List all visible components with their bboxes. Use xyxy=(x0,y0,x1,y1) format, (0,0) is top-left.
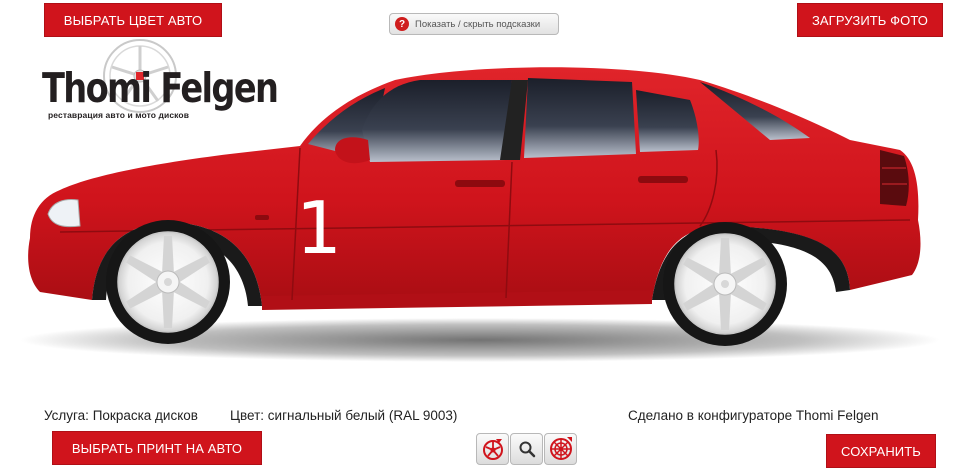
car-preview xyxy=(20,67,940,362)
rim-icon xyxy=(549,437,572,460)
choose-print-button[interactable]: ВЫБРАТЬ ПРИНТ НА АВТО xyxy=(52,431,262,465)
magnifier-icon xyxy=(519,441,535,458)
car-door-number: 1 xyxy=(296,186,342,270)
service-label: Услуга: xyxy=(44,408,89,423)
front-wheel xyxy=(106,220,230,344)
made-in-configurator: Сделано в конфигураторе Thomi Felgen xyxy=(628,408,879,423)
color-info: Цвет: сигнальный белый (RAL 9003) xyxy=(230,408,457,423)
service-info: Услуга: Покраска дисков xyxy=(44,408,198,423)
toggle-hints-button[interactable]: ? Показать / скрыть подсказки xyxy=(389,13,559,35)
service-value: Покраска дисков xyxy=(92,408,198,423)
car-taillight xyxy=(880,150,909,206)
toggle-hints-label: Показать / скрыть подсказки xyxy=(415,18,541,30)
choose-car-color-button[interactable]: ВЫБРАТЬ ЦВЕТ АВТО xyxy=(44,3,222,37)
wheel-options-button[interactable] xyxy=(476,433,509,465)
car-rear-handle xyxy=(638,176,688,183)
zoom-button[interactable] xyxy=(510,433,543,465)
wheel-icon xyxy=(482,439,503,460)
car-back-window xyxy=(524,78,636,158)
car-front-handle xyxy=(455,180,505,187)
upload-photo-button[interactable]: ЗАГРУЗИТЬ ФОТО xyxy=(797,3,943,37)
rear-wheel xyxy=(663,222,787,346)
color-value: сигнальный белый (RAL 9003) xyxy=(267,408,458,423)
configurator-stage: ВЫБРАТЬ ЦВЕТ АВТО ? Показать / скрыть по… xyxy=(0,0,960,471)
wheel-design-button[interactable] xyxy=(544,433,577,465)
save-button[interactable]: СОХРАНИТЬ xyxy=(826,434,936,468)
help-icon: ? xyxy=(395,17,409,31)
car-side-marker xyxy=(255,215,269,220)
color-label: Цвет: xyxy=(230,408,265,423)
